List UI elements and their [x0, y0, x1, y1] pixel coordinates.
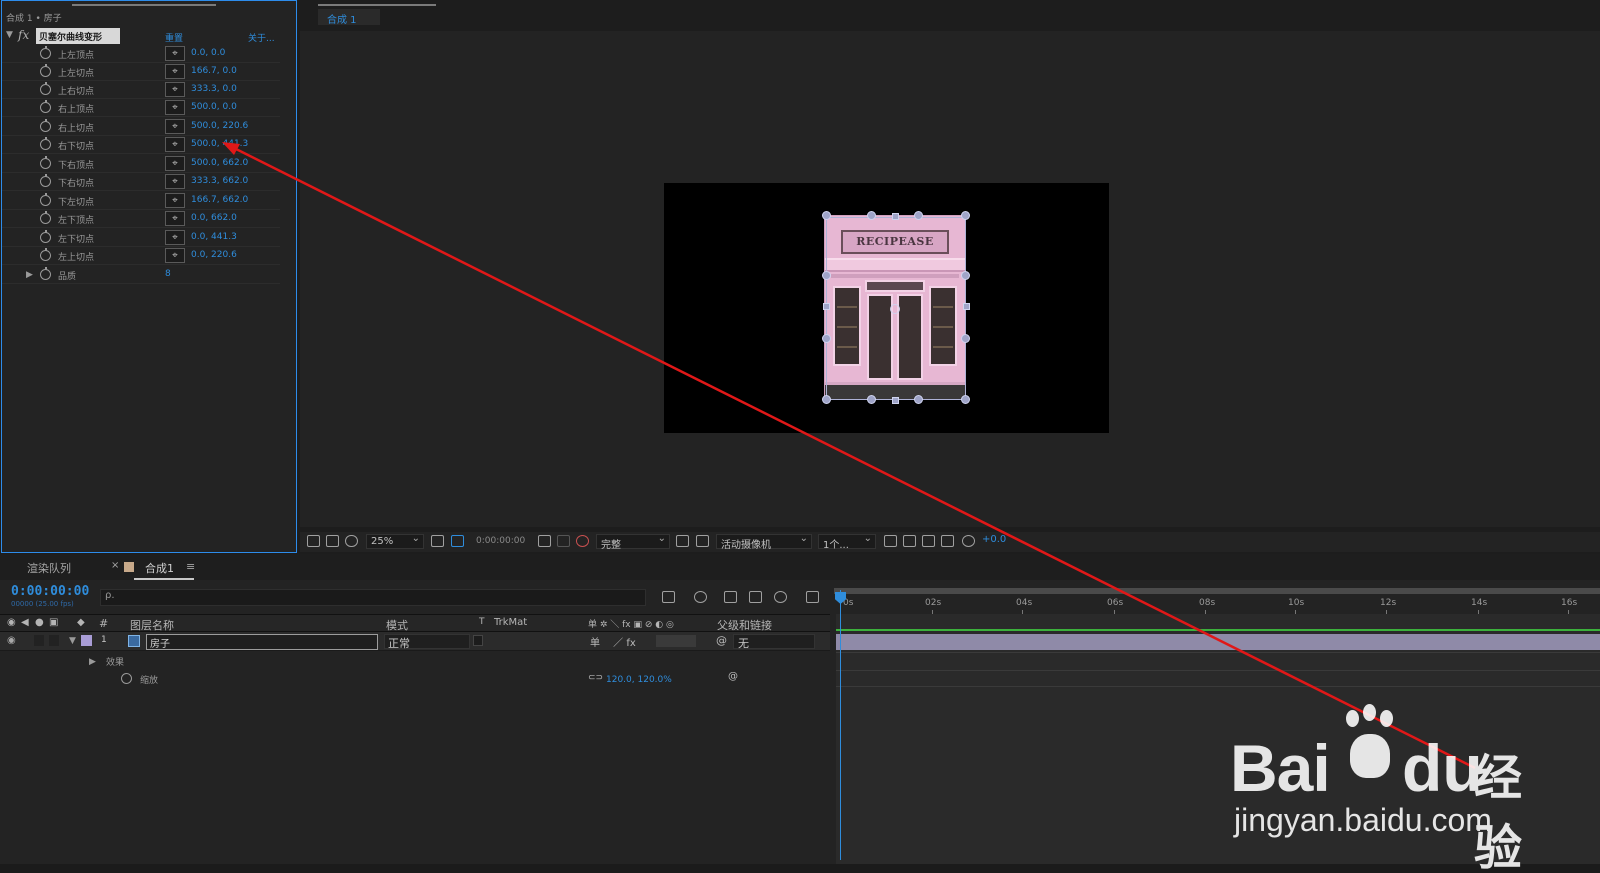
baidu-watermark: Bai du 经验 jingyan.baidu.com	[1230, 700, 1560, 873]
arrow-shaft	[231, 145, 1476, 770]
paw-icon	[1363, 704, 1376, 721]
watermark-url: jingyan.baidu.com	[1234, 802, 1492, 838]
watermark-brand-du: du	[1402, 731, 1483, 805]
watermark-brand: Bai	[1230, 731, 1331, 805]
paw-icon	[1350, 734, 1390, 778]
paw-icon	[1346, 710, 1359, 727]
arrow-head	[222, 142, 240, 155]
paw-icon	[1380, 710, 1393, 727]
